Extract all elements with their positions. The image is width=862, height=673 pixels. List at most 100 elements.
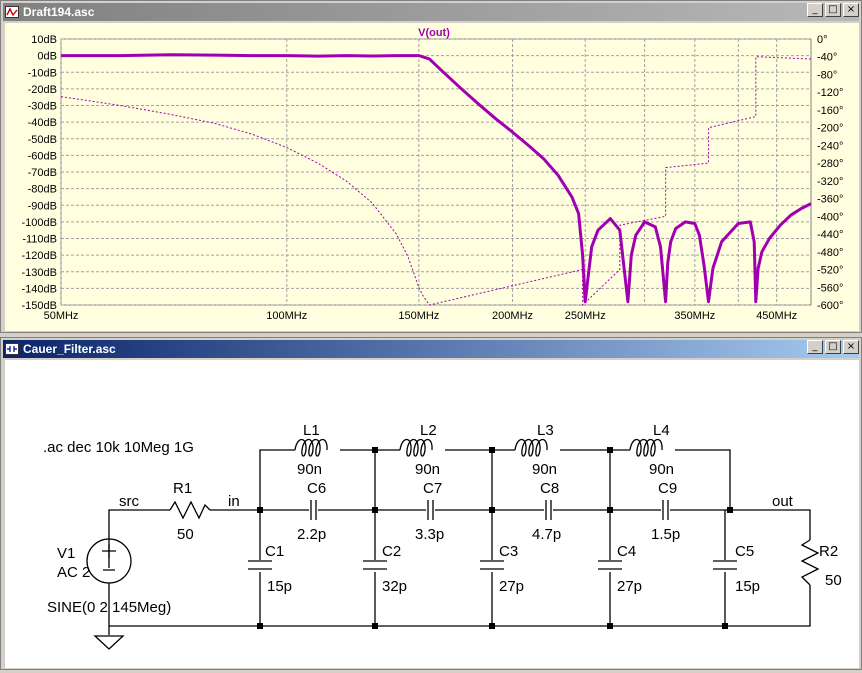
plot-window-titlebar[interactable]: Draft194.asc <box>3 3 859 21</box>
l4-value: 90n <box>649 461 674 478</box>
y-right-tick-label: -80° <box>817 69 837 81</box>
l3-name: L3 <box>537 422 554 439</box>
x-tick-label: 200MHz <box>492 310 533 322</box>
y-left-tick-label: -120dB <box>22 250 57 262</box>
l2-value: 90n <box>415 461 440 478</box>
voltage-source-v1[interactable]: V1 AC 2 SINE(0 2 145Meg) <box>47 538 171 616</box>
maximize-icon[interactable]: □ <box>825 340 841 354</box>
y-right-tick-label: -40° <box>817 52 837 64</box>
y-right-tick-label: -120° <box>817 87 843 99</box>
schematic-window-title: Cauer_Filter.asc <box>23 342 116 356</box>
plot-pane[interactable]: 10dB 0dB -10dB -20dB -30dB -40dB -50dB -60dB -70… <box>5 23 859 331</box>
spice-directive[interactable]: .ac dec 10k 10Meg 1G <box>43 439 194 456</box>
y-left-tick-label: -10dB <box>28 67 57 79</box>
y-right-tick-label: -560° <box>817 282 843 294</box>
y-left-tick-label: -80dB <box>28 184 57 196</box>
v1-sine: SINE(0 2 145Meg) <box>47 599 171 616</box>
c5-name: C5 <box>735 543 754 560</box>
y-left-tick-label: -50dB <box>28 134 57 146</box>
schematic-window-titlebar[interactable]: Cauer_Filter.asc <box>3 340 859 358</box>
l3-value: 90n <box>532 461 557 478</box>
c1-value: 15p <box>267 578 292 595</box>
c6-name: C6 <box>307 480 326 497</box>
x-tick-label: 100MHz <box>266 310 307 322</box>
minimize-icon[interactable]: _ <box>807 3 823 17</box>
l4-name: L4 <box>653 422 670 439</box>
r2-value: 50 <box>825 572 842 589</box>
x-tick-label: 350MHz <box>674 310 715 322</box>
l1-name: L1 <box>303 422 320 439</box>
y-right-tick-label: 0° <box>817 34 828 46</box>
capacitor-c3[interactable]: C3 27p <box>480 543 524 595</box>
capacitor-c5[interactable]: C5 15p <box>713 543 760 595</box>
net-label-src[interactable]: src <box>119 493 139 510</box>
y-left-tick-label: -20dB <box>28 84 57 96</box>
y-left-tick-label: -30dB <box>28 101 57 113</box>
v1-name: V1 <box>57 545 75 562</box>
net-label-in[interactable]: in <box>228 493 240 510</box>
x-tick-label: 150MHz <box>398 310 439 322</box>
x-tick-label: 250MHz <box>565 310 606 322</box>
c5-value: 15p <box>735 578 760 595</box>
r2-name: R2 <box>819 543 838 560</box>
schematic-app-icon <box>5 343 19 355</box>
x-tick-label: 450MHz <box>756 310 797 322</box>
wires <box>108 449 811 635</box>
c9-name: C9 <box>658 480 677 497</box>
y-left-tick-label: -60dB <box>28 150 57 162</box>
y-right-tick-label: -160° <box>817 105 843 117</box>
y-left-tick-label: 10dB <box>31 34 57 46</box>
y-left-tick-label: -130dB <box>22 267 57 279</box>
inductor-l1[interactable]: L1 90n <box>294 422 328 478</box>
minimize-icon[interactable]: _ <box>807 340 823 354</box>
x-tick-label: 50MHz <box>44 310 79 322</box>
y-left-tick-label: -110dB <box>22 234 57 246</box>
magnitude-trace <box>61 53 812 304</box>
waveform-app-icon <box>5 6 19 18</box>
c1-name: C1 <box>265 543 284 560</box>
capacitor-c6[interactable]: C6 2.2p <box>297 480 326 543</box>
inductor-l4[interactable]: L4 90n <box>629 422 674 478</box>
resistor-r1[interactable]: R1 50 <box>169 480 211 543</box>
capacitor-c2[interactable]: C2 32p <box>363 543 407 595</box>
y-right-tick-label: -480° <box>817 247 843 259</box>
c9-value: 1.5p <box>651 526 680 543</box>
y-right-tick-label: -200° <box>817 123 843 135</box>
r1-value: 50 <box>177 526 194 543</box>
inductor-l3[interactable]: L3 90n <box>514 422 557 478</box>
close-icon[interactable]: × <box>843 340 859 354</box>
v1-value: AC 2 <box>57 564 90 581</box>
c2-value: 32p <box>382 578 407 595</box>
y-left-tick-label: -100dB <box>22 217 57 229</box>
y-right-tick-label: -520° <box>817 265 843 277</box>
schematic-pane[interactable]: .ac dec 10k 10Meg 1G src in out V1 AC 2 … <box>5 360 859 668</box>
net-label-out[interactable]: out <box>772 493 794 510</box>
ground-icon <box>93 635 125 650</box>
capacitor-c7[interactable]: C7 3.3p <box>415 480 444 543</box>
capacitor-c4[interactable]: C4 27p <box>598 543 642 595</box>
inductor-l2[interactable]: L2 90n <box>399 422 440 478</box>
y-right-tick-label: -280° <box>817 158 843 170</box>
resistor-r2[interactable]: R2 50 <box>800 539 842 589</box>
y-left-tick-label: -40dB <box>28 117 57 129</box>
y-left-tick-label: -70dB <box>28 167 57 179</box>
y-left-tick-label: 0dB <box>37 51 57 63</box>
l1-value: 90n <box>297 461 322 478</box>
maximize-icon[interactable]: □ <box>825 3 841 17</box>
c2-name: C2 <box>382 543 401 560</box>
c4-value: 27p <box>617 578 642 595</box>
bode-chart[interactable]: 10dB 0dB -10dB -20dB -30dB -40dB -50dB -60dB -70… <box>5 23 859 331</box>
y-right-tick-label: -600° <box>817 300 843 312</box>
capacitor-c8[interactable]: C8 4.7p <box>532 480 561 543</box>
schematic-canvas[interactable]: .ac dec 10k 10Meg 1G src in out V1 AC 2 … <box>5 360 859 668</box>
capacitor-c9[interactable]: C9 1.5p <box>651 480 680 543</box>
y-right-tick-label: -360° <box>817 194 843 206</box>
close-icon[interactable]: × <box>843 3 859 17</box>
c3-name: C3 <box>499 543 518 560</box>
l2-name: L2 <box>420 422 437 439</box>
chart-title[interactable]: V(out) <box>418 27 450 39</box>
y-right-tick-label: -400° <box>817 211 843 223</box>
c3-value: 27p <box>499 578 524 595</box>
capacitor-c1[interactable]: C1 15p <box>248 543 292 595</box>
r1-name: R1 <box>173 480 192 497</box>
